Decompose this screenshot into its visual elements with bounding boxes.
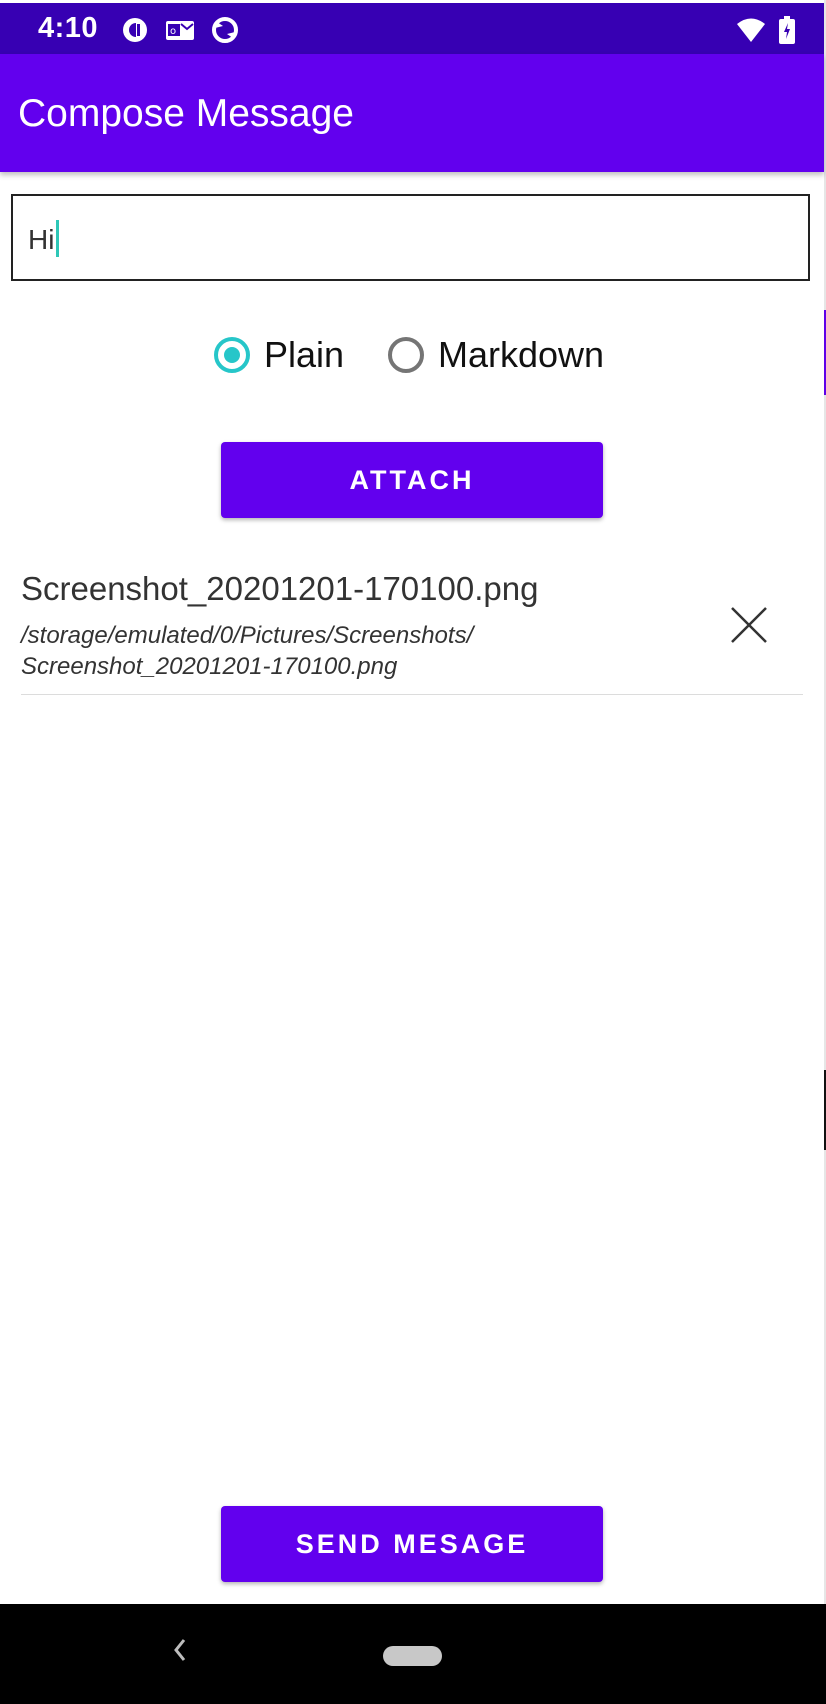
app-bar: Compose Message	[0, 54, 824, 172]
attachment-name: Screenshot_20201201-170100.png	[21, 570, 539, 607]
navigation-bar	[0, 1604, 826, 1704]
attachment-list-item[interactable]: Screenshot_20201201-170100.png /storage/…	[21, 560, 803, 695]
radio-checked-icon	[214, 337, 250, 373]
c-badge-icon	[121, 16, 149, 49]
device-screen: 4:10 o Compose Message Hi Plain Markdown…	[0, 0, 826, 1704]
text-caret	[56, 220, 59, 257]
sync-icon	[211, 16, 239, 49]
message-input-value: Hi	[28, 224, 55, 255]
radio-plain-label: Plain	[264, 334, 345, 375]
home-pill-icon[interactable]	[383, 1646, 442, 1666]
radio-markdown-label: Markdown	[438, 334, 605, 375]
status-notification-icons: o	[121, 16, 239, 49]
send-message-button[interactable]: SEND MESAGE	[221, 1506, 603, 1582]
radio-plain[interactable]: Plain	[214, 334, 344, 376]
status-time: 4:10	[38, 12, 99, 44]
battery-icon	[778, 16, 796, 49]
wifi-icon	[736, 17, 766, 48]
back-icon[interactable]	[172, 1636, 188, 1669]
status-bar: 4:10 o	[0, 3, 824, 54]
page-title: Compose Message	[18, 92, 354, 135]
radio-unchecked-icon	[388, 337, 424, 373]
attach-button[interactable]: ATTACH	[221, 442, 603, 518]
svg-text:o: o	[170, 26, 176, 37]
status-system-icons	[736, 16, 796, 49]
message-input[interactable]: Hi	[11, 194, 810, 281]
mail-icon: o	[165, 16, 195, 49]
close-icon[interactable]	[729, 605, 769, 645]
attachment-path: /storage/emulated/0/Pictures/Screenshots…	[21, 622, 474, 680]
radio-markdown[interactable]: Markdown	[388, 334, 604, 376]
